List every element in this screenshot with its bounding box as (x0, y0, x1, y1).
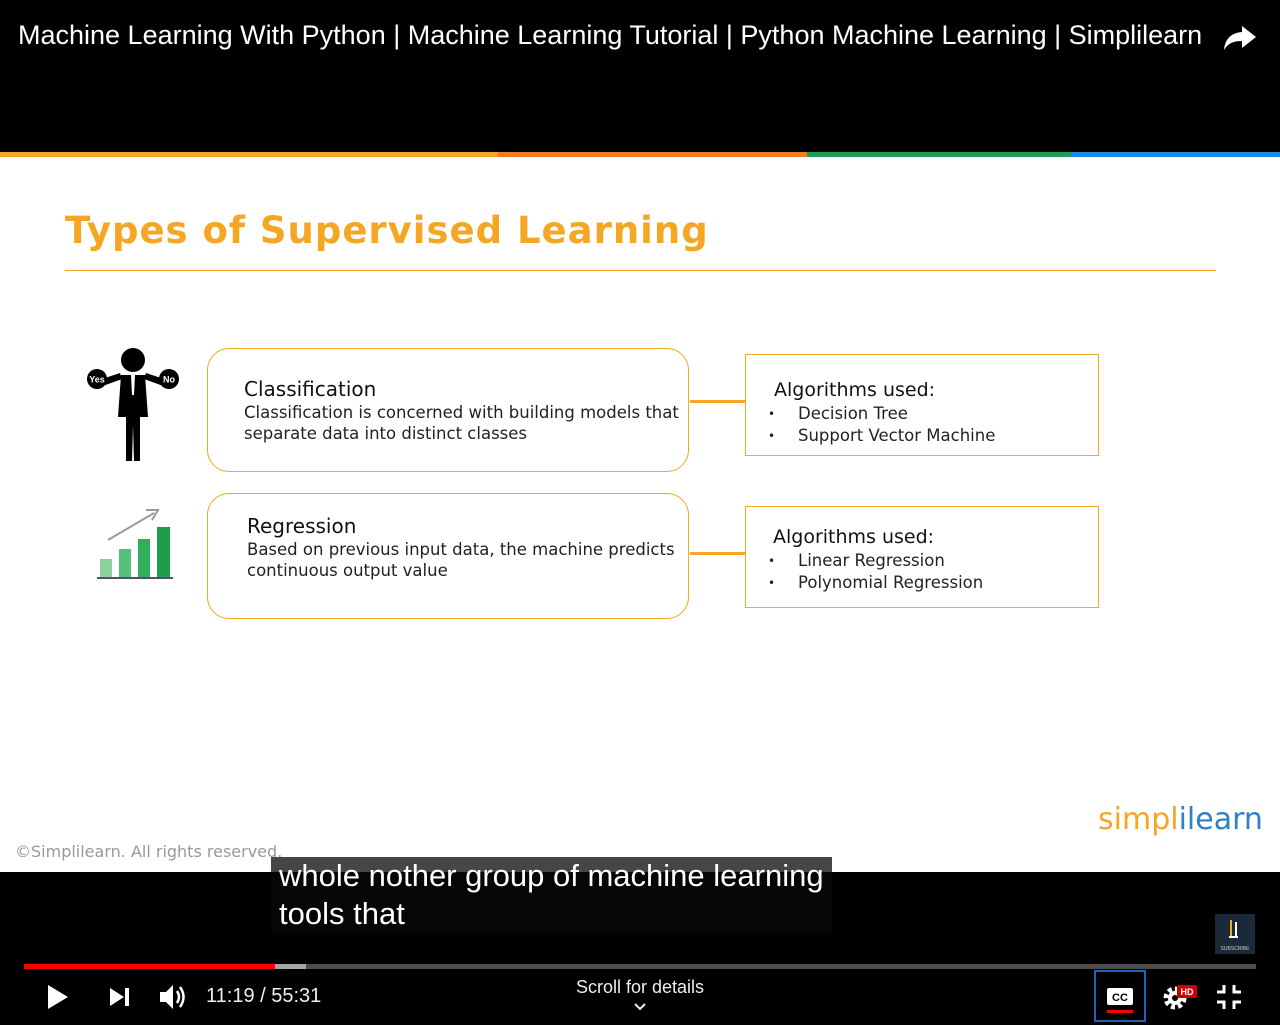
video-title[interactable]: Machine Learning With Python | Machine L… (18, 20, 1202, 51)
slide-title: Types of Supervised Learning (65, 209, 709, 252)
connector-line (690, 400, 745, 403)
caption-line: tools that (279, 896, 405, 931)
regression-card: Regression Based on previous input data,… (207, 493, 689, 619)
algorithms-list: Decision Tree Support Vector Machine (768, 403, 995, 447)
share-arrow-icon[interactable] (1222, 20, 1258, 54)
title-divider (65, 270, 1216, 271)
chevron-down-icon (634, 1003, 646, 1011)
time-display: 11:19 / 55:31 (206, 985, 322, 1007)
copyright-text: ©Simplilearn. All rights reserved. (15, 842, 283, 861)
algorithms-heading: Algorithms used: (773, 526, 935, 548)
yes-label: Yes (89, 375, 105, 385)
simplilearn-logo: simplilearn (1098, 802, 1263, 837)
progress-bar[interactable] (24, 964, 1256, 969)
no-label: No (163, 375, 175, 385)
classification-description: Classification is concerned with buildin… (244, 403, 679, 443)
logo-part: learn (1186, 802, 1263, 837)
logo-part: simpl (1098, 802, 1179, 837)
bar-growth-icon (97, 509, 173, 579)
algorithm-item: Support Vector Machine (768, 425, 995, 447)
person-yes-no-icon: Yes No (87, 348, 179, 461)
classification-card: Classification Classification is concern… (207, 348, 689, 472)
logo-part: i (1178, 802, 1187, 837)
algorithm-item: Polynomial Regression (768, 572, 983, 594)
classification-heading: Classification (244, 377, 377, 401)
cc-icon: CC (1107, 988, 1133, 1013)
settings-gear-icon[interactable]: HD (1160, 982, 1200, 1014)
captions-button[interactable]: CC (1094, 970, 1146, 1022)
cc-label: CC (1112, 992, 1128, 1004)
video-top-bar: Machine Learning With Python | Machine L… (0, 0, 1280, 152)
scroll-hint-label: Scroll for details (575, 977, 705, 997)
played-progress (24, 964, 276, 969)
caption-window[interactable]: whole nother group of machine learning t… (271, 857, 832, 933)
exit-fullscreen-icon[interactable] (1216, 984, 1242, 1010)
algorithms-heading: Algorithms used: (774, 379, 936, 401)
regression-algorithms-box: Algorithms used: Linear Regression Polyn… (745, 506, 1099, 608)
next-icon[interactable] (108, 986, 132, 1008)
presentation-slide: Types of Supervised Learning Yes No Clas… (0, 157, 1280, 872)
channel-logo-icon: SUBSCRIBE (1221, 920, 1251, 952)
regression-description: Based on previous input data, the machin… (247, 540, 675, 580)
hd-badge: HD (1181, 987, 1194, 997)
algorithm-item: Linear Regression (768, 550, 983, 572)
algorithm-item: Decision Tree (768, 403, 995, 425)
scroll-for-details[interactable]: Scroll for details (540, 977, 740, 1012)
play-icon[interactable] (46, 984, 70, 1010)
classification-algorithms-box: Algorithms used: Decision Tree Support V… (745, 354, 1099, 456)
subscribe-label: SUBSCRIBE (1221, 946, 1251, 952)
subscribe-watermark[interactable]: SUBSCRIBE (1215, 914, 1255, 954)
regression-heading: Regression (247, 514, 357, 538)
connector-line (690, 552, 745, 555)
caption-line: whole nother group of machine learning (279, 858, 824, 893)
algorithms-list: Linear Regression Polynomial Regression (768, 550, 983, 594)
volume-icon[interactable] (158, 982, 188, 1012)
